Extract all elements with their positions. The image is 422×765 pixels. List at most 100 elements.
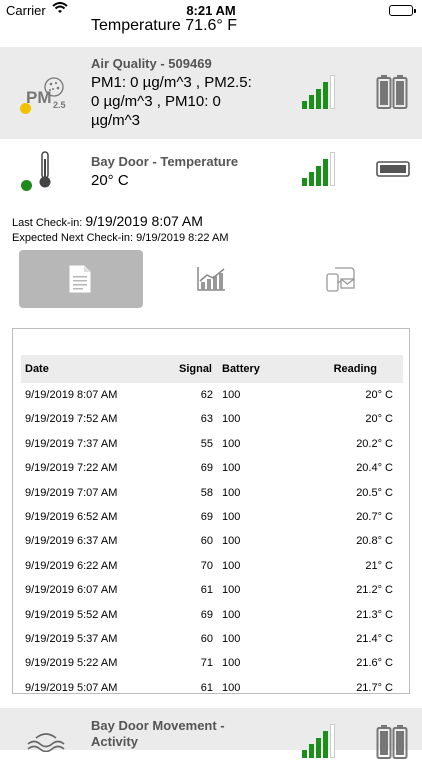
cell-battery: 100 <box>222 632 241 645</box>
cell-date: 9/19/2019 7:52 AM <box>25 413 118 426</box>
cell-reading: 20° C <box>365 389 393 401</box>
cell-date: 9/19/2019 5:37 AM <box>25 632 118 645</box>
cell-reading: 20.8° C <box>356 535 393 548</box>
table-row: 9/19/2019 8:07 AM 62 100 20° C <box>21 383 403 407</box>
notification-icon <box>326 266 356 297</box>
chart-icon <box>196 266 226 297</box>
sensor-title: Air Quality - 509469 <box>91 56 212 71</box>
table-row: 9/19/2019 7:07 AM 58 100 20.5° C <box>21 481 403 505</box>
cell-signal: 63 <box>200 413 213 426</box>
last-checkin-value: 9/19/2019 8:07 AM <box>85 213 203 229</box>
signal-strength-icon <box>302 724 336 758</box>
battery-line-powered-icon <box>376 160 410 183</box>
cell-battery: 100 <box>222 462 241 475</box>
cell-date: 9/19/2019 7:22 AM <box>25 462 118 475</box>
cell-battery: 100 <box>222 437 241 450</box>
cell-battery: 100 <box>222 535 241 548</box>
next-checkin-label: Expected Next Check-in: <box>12 232 134 244</box>
cell-reading: 21.6° C <box>356 657 393 670</box>
previous-sensor-reading: Temperature 71.6° F <box>91 17 238 34</box>
cell-reading: 21.3° C <box>356 608 393 621</box>
cell-signal: 69 <box>200 462 213 475</box>
table-row: 9/19/2019 5:07 AM 61 100 21.7° C <box>21 676 403 694</box>
cell-date: 9/19/2019 5:52 AM <box>25 608 118 621</box>
cell-date: 9/19/2019 5:07 AM <box>25 681 118 694</box>
last-checkin-label: Last Check-in: <box>12 217 83 229</box>
signal-strength-icon <box>302 75 336 109</box>
cell-reading: 20.4° C <box>356 462 393 475</box>
table-row: 9/19/2019 6:52 AM 69 100 20.7° C <box>21 505 403 529</box>
cell-date: 9/19/2019 6:07 AM <box>25 584 118 597</box>
cell-battery: 100 <box>222 584 241 597</box>
table-row: 9/19/2019 6:07 AM 61 100 21.2° C <box>21 578 403 602</box>
column-header-date: Date <box>25 363 49 375</box>
table-row: 9/19/2019 6:22 AM 70 100 21° C <box>21 554 403 578</box>
cell-signal: 61 <box>200 681 213 694</box>
sensor-row-air-quality[interactable]: PM 2.5 Air Quality - 509469 PM1: 0 µg/m^… <box>0 47 422 139</box>
cell-battery: 100 <box>222 608 241 621</box>
sensor-reading-line: PM1: 0 µg/m^3 , PM2.5: <box>91 74 252 91</box>
cell-date: 9/19/2019 6:52 AM <box>25 510 118 523</box>
cell-date: 9/19/2019 5:22 AM <box>25 657 118 670</box>
cell-reading: 21° C <box>365 559 393 572</box>
cell-reading: 20° C <box>365 413 393 426</box>
table-row: 9/19/2019 5:52 AM 69 100 21.3° C <box>21 603 403 627</box>
pm-icon-subscript: 2.5 <box>53 100 66 110</box>
cell-battery: 100 <box>222 486 241 499</box>
table-row: 9/19/2019 5:22 AM 71 100 21.6° C <box>21 651 403 675</box>
cell-date: 9/19/2019 7:07 AM <box>25 486 118 499</box>
cell-date: 9/19/2019 6:22 AM <box>25 559 118 572</box>
cell-battery: 100 <box>222 559 241 572</box>
sensor-title: Bay Door - Temperature <box>91 154 239 169</box>
cell-battery: 100 <box>222 657 241 670</box>
tab-notifications[interactable] <box>280 250 404 308</box>
table-row: 9/19/2019 7:52 AM 63 100 20° C <box>21 407 403 431</box>
sensor-title-line: Activity <box>91 734 138 749</box>
sensor-row-bay-door-movement[interactable]: Bay Door Movement - Activity <box>0 708 422 759</box>
cell-reading: 21.2° C <box>356 584 393 597</box>
document-icon <box>69 265 91 298</box>
cell-signal: 70 <box>200 559 213 572</box>
table-row: 9/19/2019 5:37 AM 60 100 21.4° C <box>21 627 403 651</box>
cell-date: 9/19/2019 6:37 AM <box>25 535 118 548</box>
table-row: 9/19/2019 7:37 AM 55 100 20.2° C <box>21 432 403 456</box>
history-table: Date Signal Battery Reading 9/19/2019 8:… <box>21 355 403 694</box>
status-time: 8:21 AM <box>186 3 236 18</box>
sensor-reading-line: µg/m^3 <box>91 112 141 129</box>
cell-signal: 60 <box>200 632 213 645</box>
cell-battery: 100 <box>222 681 241 694</box>
cell-signal: 62 <box>200 389 213 401</box>
battery-full-icon <box>376 74 408 115</box>
cell-signal: 61 <box>200 584 213 597</box>
cell-battery: 100 <box>222 510 241 523</box>
column-header-signal: Signal <box>178 363 212 375</box>
table-header: Date Signal Battery Reading <box>21 355 403 383</box>
tab-history[interactable] <box>19 250 143 308</box>
tab-chart[interactable] <box>150 250 274 308</box>
table-row: 9/19/2019 6:37 AM 60 100 20.8° C <box>21 529 403 553</box>
sensor-title: Bay Door Movement - Activity <box>91 718 225 750</box>
cell-reading: 21.4° C <box>356 632 393 645</box>
sensor-reading: PM1: 0 µg/m^3 , PM2.5: 0 µg/m^3 , PM10: … <box>91 73 252 130</box>
sensor-row-bay-door-temperature[interactable]: Bay Door - Temperature 20° C <box>0 140 422 202</box>
sensor-reading-line: 0 µg/m^3 , PM10: 0 <box>91 93 221 110</box>
cell-signal: 55 <box>200 437 213 450</box>
cell-reading: 21.7° C <box>356 681 393 694</box>
cell-signal: 60 <box>200 535 213 548</box>
sensor-reading: 20° C <box>91 172 129 189</box>
cell-signal: 69 <box>200 510 213 523</box>
signal-strength-icon <box>302 152 336 186</box>
last-checkin: Last Check-in: 9/19/2019 8:07 AM <box>12 213 203 229</box>
motion-waves-icon <box>26 730 66 757</box>
cell-signal: 71 <box>200 657 213 670</box>
history-table-container[interactable]: Date Signal Battery Reading 9/19/2019 8:… <box>12 328 410 694</box>
sensor-title-line: Bay Door Movement - <box>91 718 225 733</box>
cell-battery: 100 <box>222 389 241 401</box>
next-checkin-value: 9/19/2019 8:22 AM <box>136 232 229 244</box>
cell-reading: 20.5° C <box>356 486 393 499</box>
status-dot <box>21 180 32 191</box>
column-header-reading: Reading <box>333 363 377 375</box>
table-row: 9/19/2019 7:22 AM 69 100 20.4° C <box>21 456 403 480</box>
status-dot <box>20 103 31 114</box>
cell-reading: 20.7° C <box>356 510 393 523</box>
